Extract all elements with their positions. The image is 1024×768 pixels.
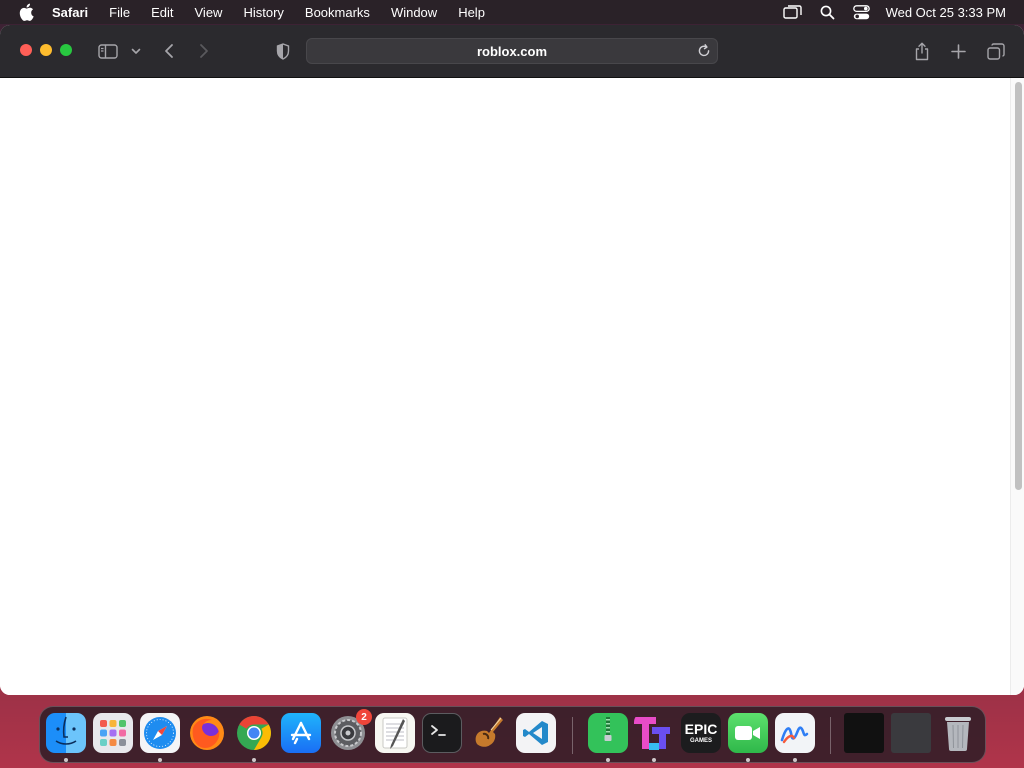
menu-bookmarks[interactable]: Bookmarks [305,5,370,20]
menu-edit[interactable]: Edit [151,5,173,20]
launchpad-icon[interactable] [93,713,133,753]
dock-separator [830,717,831,754]
running-indicator [158,758,162,762]
trash-icon[interactable] [938,713,978,753]
menu-file[interactable]: File [109,5,130,20]
vscode-icon[interactable] [516,713,556,753]
menu-app-name[interactable]: Safari [52,5,88,20]
safari-icon[interactable] [140,713,180,753]
garageband-icon[interactable] [469,713,509,753]
back-arrow-icon[interactable] [160,39,178,63]
safari-toolbar: roblox.com [0,25,1024,78]
screen-mirroring-icon[interactable] [782,4,802,20]
tetris-icon[interactable] [634,713,674,753]
facetime-icon[interactable] [728,713,768,753]
terminal-icon[interactable] [422,713,462,753]
minimized-window-thumbnail-icon[interactable] [891,713,931,753]
running-indicator [652,758,656,762]
control-center-icon[interactable] [852,4,870,20]
menu-window[interactable]: Window [391,5,437,20]
archive-utility-icon[interactable] [588,713,628,753]
notification-badge: 2 [356,709,372,725]
forward-arrow-icon[interactable] [195,39,213,63]
epic-games-icon[interactable]: EPIC GAMES [681,713,721,753]
running-indicator [64,758,68,762]
url-bar[interactable]: roblox.com [306,38,718,64]
sidebar-icon[interactable] [96,39,120,63]
textedit-icon[interactable] [375,713,415,753]
menu-view[interactable]: View [195,5,223,20]
running-indicator [252,758,256,762]
scrollbar-thumb[interactable] [1015,82,1022,490]
dock-separator [572,717,573,754]
menu-help[interactable]: Help [458,5,485,20]
running-indicator [606,758,610,762]
minimize-window-button[interactable] [40,44,52,56]
chevron-down-icon[interactable] [129,39,143,63]
share-icon[interactable] [912,39,932,63]
close-window-button[interactable] [20,44,32,56]
running-indicator [793,758,797,762]
epic-games-logo-text: EPIC [684,721,718,737]
safari-window: roblox.com [0,25,1024,695]
apple-logo-icon[interactable] [18,3,36,21]
finder-icon[interactable] [46,713,86,753]
zoom-window-button[interactable] [60,44,72,56]
dock: 2 EPIC GAMES [39,706,986,763]
new-tab-icon[interactable] [948,39,968,63]
menu-bar-status-area: Wed Oct 25 3:33 PM [765,0,1006,24]
freeform-icon[interactable] [775,713,815,753]
running-indicator [746,758,750,762]
vertical-scrollbar[interactable] [1010,78,1024,695]
minimized-window-thumbnail-icon[interactable] [844,713,884,753]
spotlight-search-icon[interactable] [820,5,835,20]
app-store-icon[interactable] [281,713,321,753]
web-page-content[interactable] [0,78,1024,695]
menu-bar: Safari File Edit View History Bookmarks … [0,0,1024,24]
menu-bar-clock[interactable]: Wed Oct 25 3:33 PM [886,5,1006,20]
chrome-icon[interactable] [234,713,274,753]
firefox-icon[interactable] [187,713,227,753]
privacy-shield-icon[interactable] [274,39,292,63]
reload-icon[interactable] [697,44,711,58]
epic-games-logo-subtext: GAMES [689,738,712,744]
url-text[interactable]: roblox.com [307,44,717,59]
tab-overview-icon[interactable] [985,39,1007,63]
menu-history[interactable]: History [243,5,283,20]
